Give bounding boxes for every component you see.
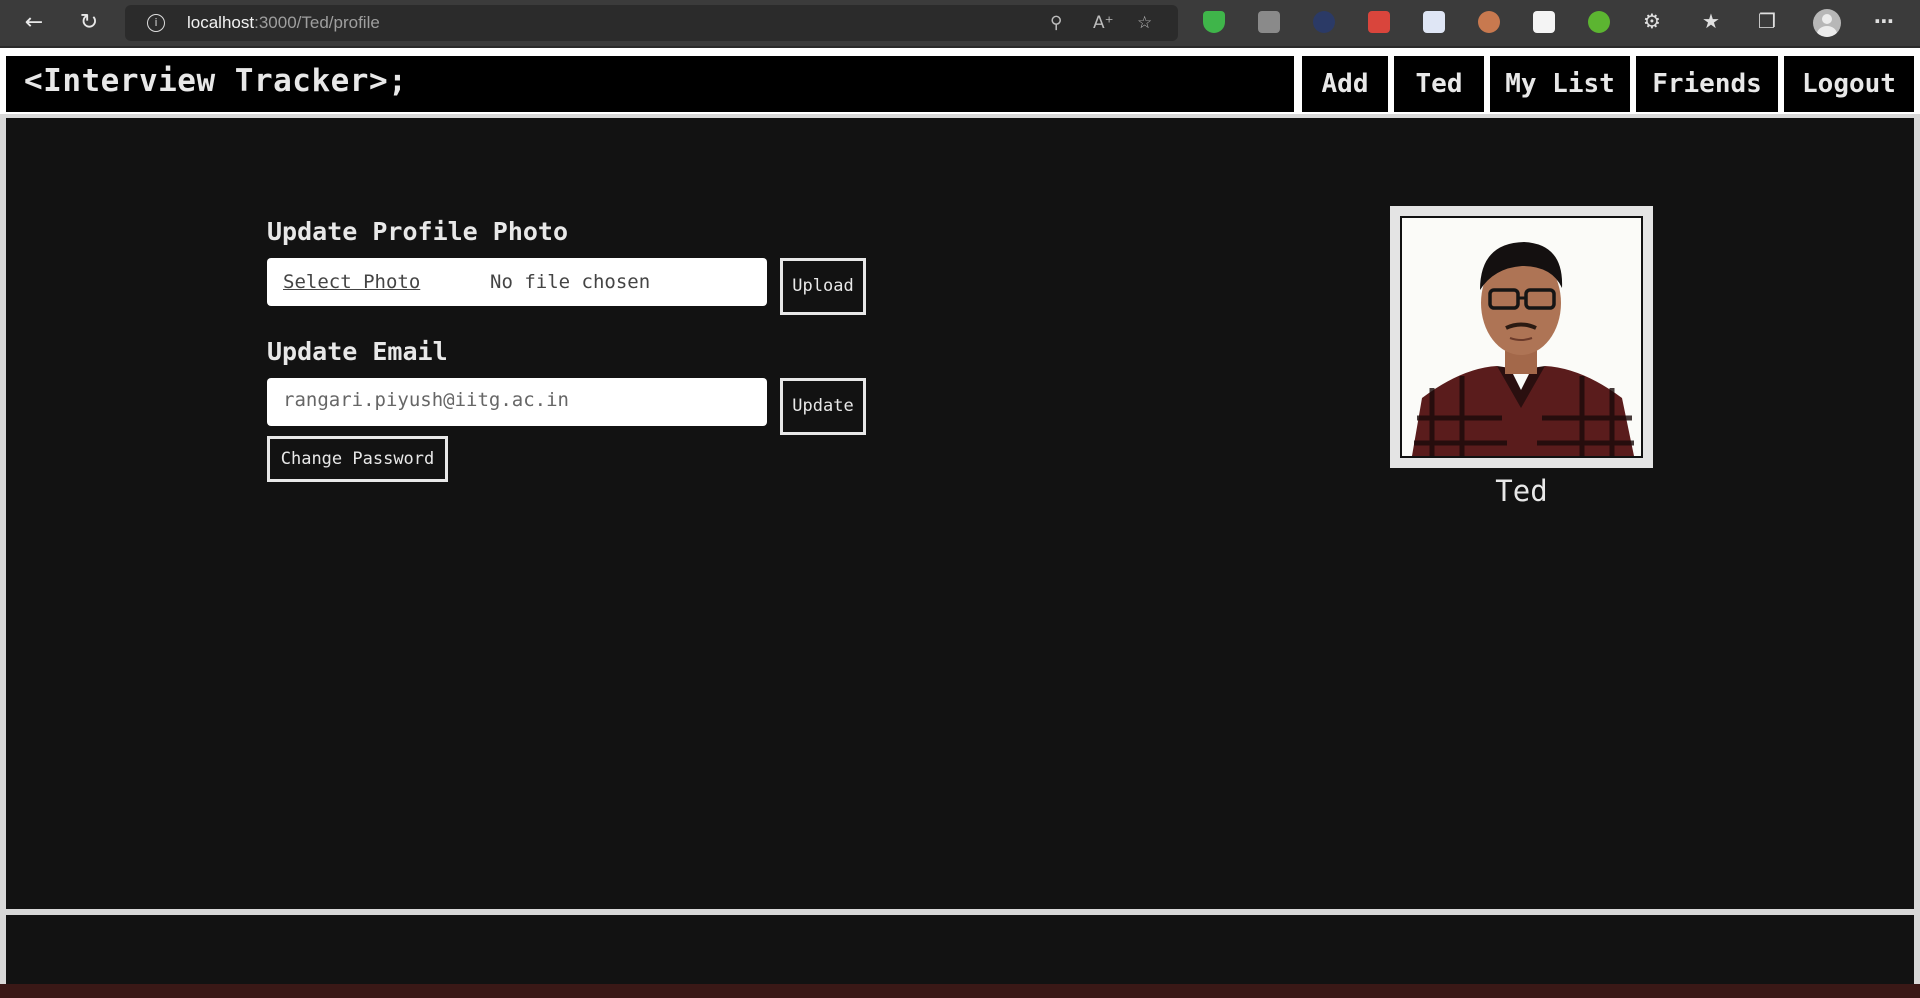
frame-left-edge [0, 114, 6, 984]
url-text: localhost:3000/Ted/profile [187, 13, 380, 32]
bug-extension-icon[interactable] [1368, 11, 1390, 33]
header-divider [0, 114, 1920, 118]
footer [6, 915, 1914, 984]
key-icon[interactable]: ⚲ [1050, 13, 1062, 33]
read-aloud-icon[interactable]: A⁺ [1093, 13, 1114, 33]
extensions-puzzle-icon[interactable]: ⚙ [1643, 9, 1661, 33]
copy-extension-icon[interactable] [1258, 11, 1280, 33]
select-photo-button[interactable]: Select Photo [283, 271, 420, 293]
docs-extension-icon[interactable] [1423, 11, 1445, 33]
nav-profile[interactable]: Ted [1394, 56, 1484, 112]
frame-right-edge [1914, 114, 1920, 984]
shield-extension-icon[interactable] [1203, 11, 1225, 33]
more-menu-icon[interactable]: ⋯ [1874, 9, 1894, 33]
nav-friends[interactable]: Friends [1636, 56, 1778, 112]
plus-extension-icon[interactable] [1588, 11, 1610, 33]
email-section-title: Update Email [267, 337, 448, 366]
profile-photo-image [1402, 218, 1641, 456]
upload-button[interactable]: Upload [780, 258, 866, 315]
nav-my-list[interactable]: My List [1490, 56, 1630, 112]
photo-section-title: Update Profile Photo [267, 217, 569, 246]
site-info-icon[interactable]: i [147, 14, 165, 32]
change-password-button[interactable]: Change Password [267, 436, 448, 482]
collections-icon[interactable]: ❐ [1758, 9, 1776, 33]
owl-extension-icon[interactable] [1478, 11, 1500, 33]
update-email-button[interactable]: Update [780, 378, 866, 435]
b-extension-icon[interactable] [1533, 11, 1555, 33]
logo[interactable]: <Interview Tracker>; [6, 56, 1294, 112]
profile-name: Ted [1495, 474, 1548, 508]
photo-file-input[interactable]: Select Photo No file chosen [267, 258, 767, 306]
refresh-icon[interactable]: ↻ [77, 11, 101, 35]
logo-text: <Interview Tracker>; [24, 63, 408, 99]
address-bar[interactable]: i localhost:3000/Ted/profile ⚲ A⁺ ☆ [125, 5, 1178, 41]
profile-photo [1390, 206, 1653, 468]
favorites-icon[interactable]: ★ [1702, 9, 1720, 33]
a-extension-icon[interactable] [1313, 11, 1335, 33]
back-icon[interactable]: ← [22, 11, 46, 35]
browser-toolbar: ← ↻ i localhost:3000/Ted/profile ⚲ A⁺ ☆ … [0, 0, 1920, 48]
nav-add[interactable]: Add [1302, 56, 1388, 112]
os-taskbar [0, 984, 1920, 998]
email-input[interactable]: rangari.piyush@iitg.ac.in [267, 378, 767, 426]
add-favorite-icon[interactable]: ☆ [1137, 13, 1152, 33]
nav-logout[interactable]: Logout [1784, 56, 1914, 112]
browser-profile-avatar[interactable] [1813, 9, 1841, 37]
file-status-text: No file chosen [490, 271, 651, 293]
email-input-value: rangari.piyush@iitg.ac.in [283, 389, 569, 411]
